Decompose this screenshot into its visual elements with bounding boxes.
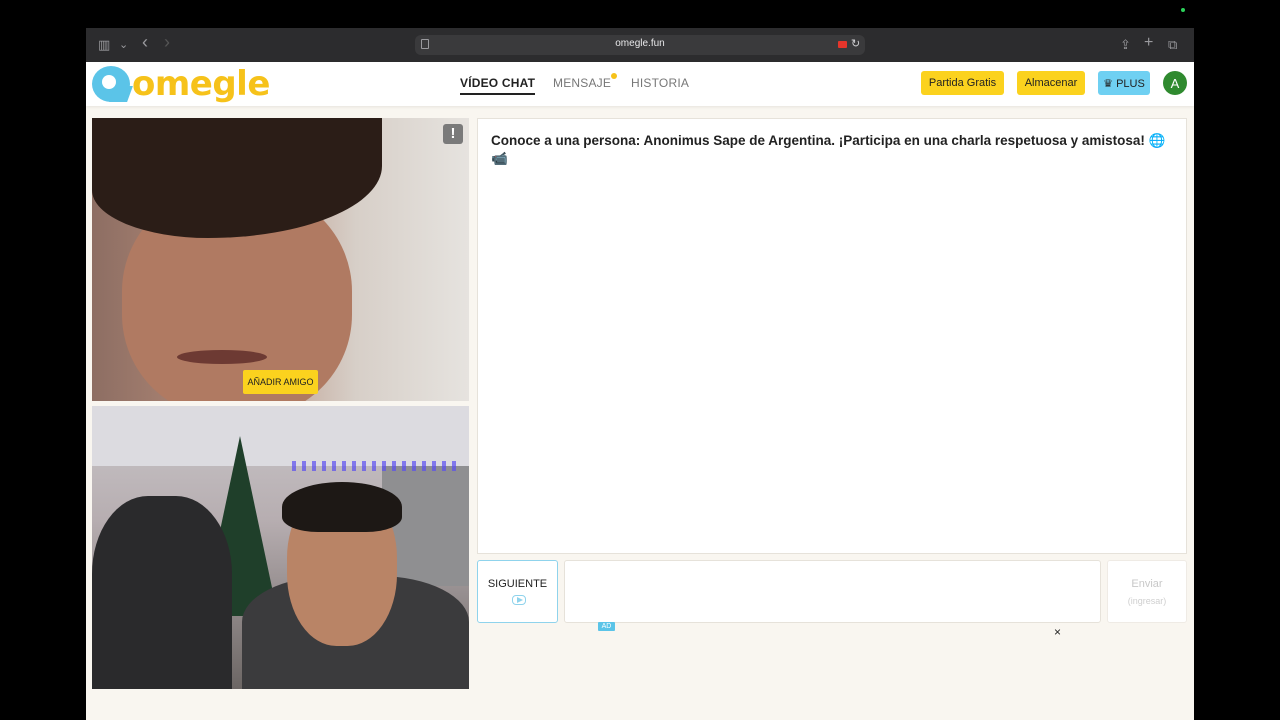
stranger-hair xyxy=(92,118,382,238)
christmas-lights xyxy=(292,461,462,471)
next-button-label: SIGUIENTE xyxy=(487,578,548,590)
share-icon[interactable]: ⇪ xyxy=(1120,37,1131,53)
camera-in-use-icon[interactable] xyxy=(838,41,847,48)
browser-window: ▥ ⌄ ‹ › omegle.fun ↻ ⇪ + ⧉ omegle VÍDEO … xyxy=(86,28,1194,720)
room-ceiling xyxy=(92,406,469,466)
send-button[interactable]: Enviar (ingresar) xyxy=(1107,560,1187,623)
notification-dot xyxy=(611,73,618,79)
ad-badge: AD xyxy=(598,622,615,631)
chat-intro-message: Conoce a una persona: Anonimus Sape de A… xyxy=(491,133,1166,166)
new-tab-icon[interactable]: + xyxy=(1144,35,1153,51)
sidebar-toggle-icon[interactable]: ▥ xyxy=(98,37,110,53)
stranger-video: ! AÑADIR AMIGO xyxy=(92,118,469,401)
store-button[interactable]: Almacenar xyxy=(1017,71,1085,95)
play-icon xyxy=(512,595,526,605)
report-icon[interactable]: ! xyxy=(443,124,463,144)
tab-message-label: MENSAJE xyxy=(553,76,612,90)
tab-message[interactable]: MENSAJE xyxy=(553,73,618,90)
self-video xyxy=(92,406,469,689)
person-left xyxy=(92,496,232,689)
tab-overview-icon[interactable]: ⧉ xyxy=(1168,37,1177,53)
forward-icon[interactable]: › xyxy=(164,33,170,51)
screen: ▥ ⌄ ‹ › omegle.fun ↻ ⇪ + ⧉ omegle VÍDEO … xyxy=(0,0,1280,720)
camera-indicator xyxy=(1181,8,1185,12)
logo-text: omegle xyxy=(132,64,270,104)
send-button-hint: (ingresar) xyxy=(1127,596,1167,606)
add-friend-button[interactable]: AÑADIR AMIGO xyxy=(243,370,318,394)
tab-history[interactable]: HISTORIA xyxy=(631,76,689,90)
stranger-mouth xyxy=(177,350,267,364)
site-header: omegle VÍDEO CHAT MENSAJE HISTORIA Parti… xyxy=(86,62,1194,106)
plus-button[interactable]: ♛ PLUS xyxy=(1098,71,1150,95)
browser-toolbar: ▥ ⌄ ‹ › omegle.fun ↻ ⇪ + ⧉ xyxy=(86,28,1194,62)
reload-icon[interactable]: ↻ xyxy=(851,37,860,50)
chat-log: Conoce a una persona: Anonimus Sape de A… xyxy=(477,118,1187,554)
logo-icon xyxy=(92,66,130,102)
logo[interactable]: omegle xyxy=(92,65,270,103)
person-right-hair xyxy=(282,482,402,532)
url-text: omegle.fun xyxy=(615,38,665,49)
back-icon[interactable]: ‹ xyxy=(142,33,148,51)
address-bar[interactable]: omegle.fun ↻ xyxy=(415,35,865,55)
message-input[interactable] xyxy=(564,560,1101,623)
tab-video-chat[interactable]: VÍDEO CHAT xyxy=(460,76,536,95)
free-game-button[interactable]: Partida Gratis xyxy=(921,71,1004,95)
sidebar-menu-chevron-icon[interactable]: ⌄ xyxy=(119,37,128,53)
avatar[interactable]: A xyxy=(1163,71,1187,95)
close-ad-icon[interactable]: × xyxy=(1054,625,1061,639)
send-button-label: Enviar xyxy=(1131,578,1163,590)
next-button[interactable]: SIGUIENTE xyxy=(477,560,558,623)
